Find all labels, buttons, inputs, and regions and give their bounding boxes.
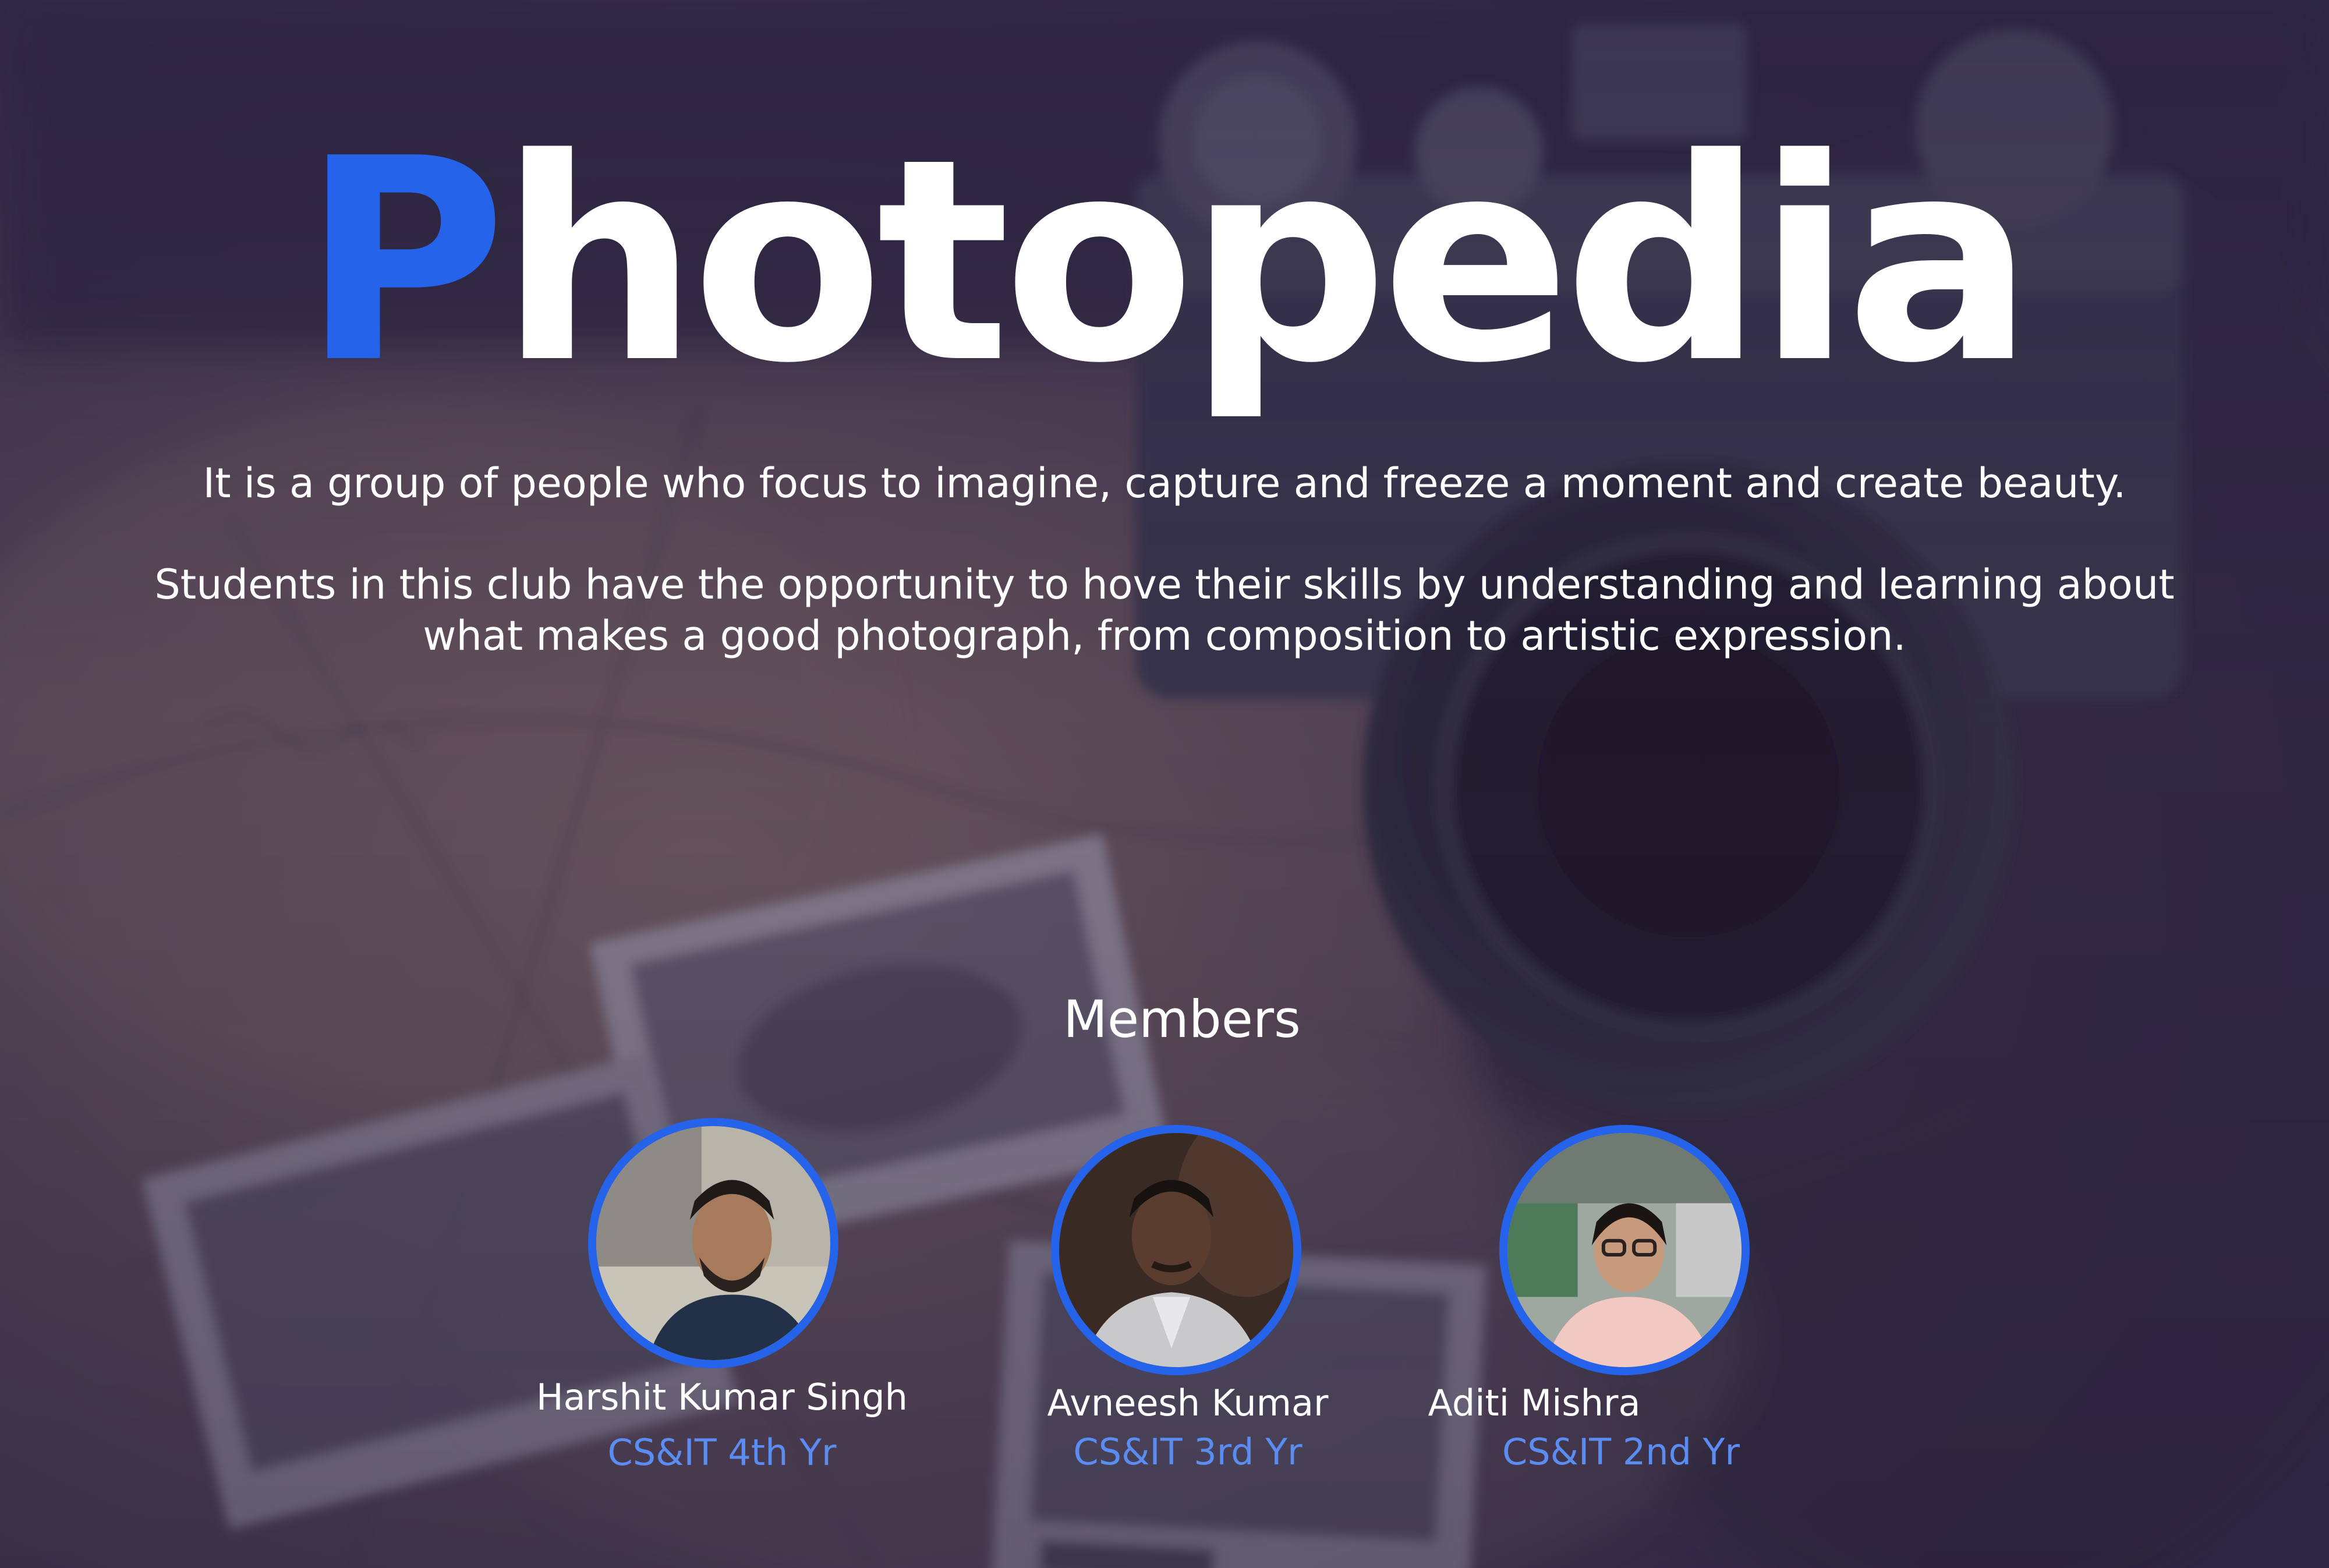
member-avatar xyxy=(1051,1125,1301,1375)
member-card: Avneesh Kumar CS&IT 3rd Yr xyxy=(955,1125,1421,1503)
title-first-letter: P xyxy=(302,99,507,424)
hero-section: Photopedia It is a group of people who f… xyxy=(0,0,2329,1568)
member-name: Harshit Kumar Singh xyxy=(536,1376,908,1418)
intro-line-1: It is a group of people who focus to ima… xyxy=(203,459,2126,507)
member-role: CS&IT 3rd Yr xyxy=(1073,1431,1302,1473)
member-name: Aditi Mishra xyxy=(1428,1382,1641,1424)
members-heading: Members xyxy=(1063,989,1301,1049)
member-photo xyxy=(1059,1133,1293,1367)
title-rest: hotopedia xyxy=(499,99,2034,424)
member-photo xyxy=(596,1126,830,1360)
intro-line-2: Students in this club have the opportuni… xyxy=(154,561,2175,660)
page-title: Photopedia xyxy=(0,116,2329,408)
member-role: CS&IT 4th Yr xyxy=(607,1431,837,1474)
member-photo xyxy=(1507,1133,1742,1367)
member-avatar xyxy=(588,1118,838,1368)
member-avatar xyxy=(1499,1125,1750,1375)
member-card: Harshit Kumar Singh CS&IT 4th Yr xyxy=(489,1118,955,1496)
member-role: CS&IT 2nd Yr xyxy=(1502,1431,1740,1473)
member-card: Aditi Mishra CS&IT 2nd Yr xyxy=(1392,1125,1857,1503)
